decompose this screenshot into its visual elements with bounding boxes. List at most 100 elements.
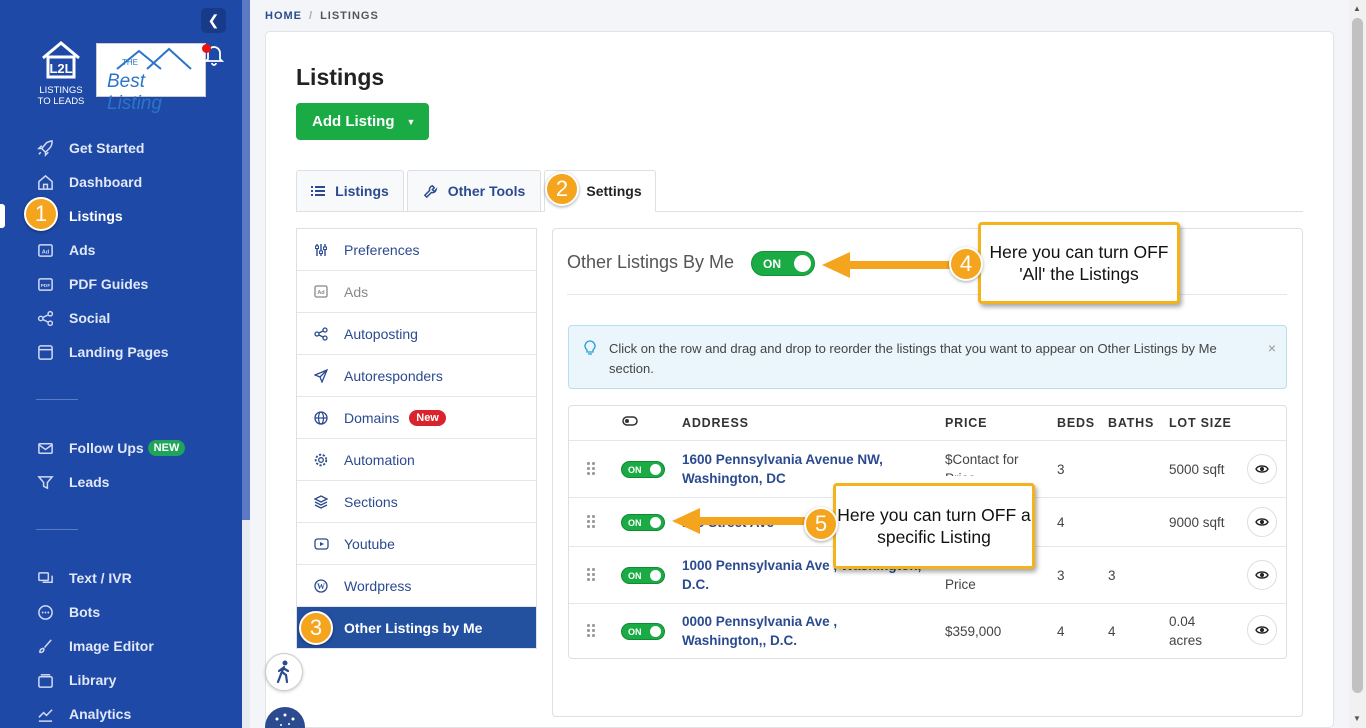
- menu-item-ads[interactable]: Ad Ads: [297, 271, 536, 313]
- breadcrumb-current: LISTINGS: [320, 10, 379, 22]
- globe-icon: [313, 410, 329, 426]
- toggle-label: ON: [628, 571, 642, 581]
- listing-toggle[interactable]: ON: [621, 567, 665, 584]
- menu-item-wordpress[interactable]: W Wordpress: [297, 565, 536, 607]
- svg-text:L2L: L2L: [49, 61, 72, 76]
- nav-text-ivr[interactable]: Text / IVR: [36, 567, 132, 589]
- menu-item-sections[interactable]: Sections: [297, 481, 536, 523]
- callout-turn-off-all: Here you can turn OFF 'All' the Listings: [978, 222, 1180, 304]
- listing-beds: 4: [1057, 515, 1065, 530]
- listing-toggle[interactable]: ON: [621, 461, 665, 478]
- menu-item-automation[interactable]: Automation: [297, 439, 536, 481]
- nav-label: PDF Guides: [69, 276, 149, 292]
- close-icon[interactable]: ×: [1268, 340, 1276, 356]
- list-icon: [311, 185, 326, 197]
- nav-label: Ads: [69, 242, 96, 258]
- menu-item-autoposting[interactable]: Autoposting: [297, 313, 536, 355]
- drag-handle-icon[interactable]: [587, 515, 595, 529]
- view-listing-button[interactable]: [1247, 615, 1277, 645]
- nav-dashboard[interactable]: Dashboard: [36, 171, 142, 193]
- notifications-button[interactable]: [202, 42, 226, 66]
- other-listings-master-toggle[interactable]: ON: [751, 251, 815, 276]
- sidebar-divider: [36, 529, 78, 530]
- lightbulb-icon: [583, 340, 597, 361]
- header-address[interactable]: ADDRESS: [682, 416, 749, 430]
- nav-follow-ups[interactable]: Follow Ups NEW: [36, 437, 186, 459]
- menu-label: Sections: [344, 493, 398, 510]
- ad-icon: Ad: [36, 241, 54, 259]
- info-message: Click on the row and drag and drop to re…: [609, 341, 1217, 376]
- arrow-left-icon: [672, 508, 806, 534]
- settings-menu: Preferences Ad Ads Autoposting Autorespo…: [296, 228, 537, 649]
- menu-item-domains[interactable]: Domains New: [297, 397, 536, 439]
- svg-text:W: W: [317, 582, 325, 591]
- listing-toggle[interactable]: ON: [621, 514, 665, 531]
- add-listing-button[interactable]: Add Listing ▼: [296, 103, 429, 140]
- nav-label: Bots: [69, 604, 101, 620]
- callout-turn-off-specific: Here you can turn OFF a specific Listing: [833, 483, 1035, 569]
- header-price[interactable]: PRICE: [945, 416, 987, 430]
- menu-item-preferences[interactable]: Preferences: [297, 229, 536, 271]
- nav-analytics[interactable]: Analytics: [36, 703, 131, 725]
- menu-label: Wordpress: [344, 577, 412, 594]
- nav-social[interactable]: Social: [36, 307, 110, 329]
- breadcrumb-home-link[interactable]: HOME: [265, 10, 302, 22]
- listing-price: Price: [945, 577, 976, 592]
- listing-beds: 3: [1057, 462, 1065, 477]
- page-scrollbar[interactable]: ▲ ▼: [1349, 0, 1366, 728]
- pdf-icon: PDF: [36, 275, 54, 293]
- menu-item-youtube[interactable]: Youtube: [297, 523, 536, 565]
- nav-ads[interactable]: Ad Ads: [36, 239, 95, 261]
- view-listing-button[interactable]: [1247, 507, 1277, 537]
- drag-handle-icon[interactable]: [587, 624, 595, 638]
- chevron-left-icon: ❮: [207, 12, 220, 28]
- listing-baths: 3: [1108, 568, 1116, 583]
- scroll-up-icon[interactable]: ▲: [1353, 4, 1361, 13]
- drag-handle-icon[interactable]: [587, 568, 595, 582]
- tab-other-tools[interactable]: Other Tools: [407, 170, 541, 212]
- collapse-sidebar-button[interactable]: ❮: [201, 8, 226, 33]
- nav-label: Analytics: [69, 706, 132, 722]
- nav-pdf-guides[interactable]: PDF PDF Guides: [36, 273, 148, 295]
- listing-toggle[interactable]: ON: [621, 623, 665, 640]
- table-row[interactable]: ON 0000 Pennsylvania Ave , Washington,, …: [569, 604, 1286, 658]
- menu-label: Other Listings by Me: [344, 619, 483, 636]
- tab-listings[interactable]: Listings: [296, 170, 404, 212]
- view-listing-button[interactable]: [1247, 454, 1277, 484]
- listing-address-link[interactable]: 0000 Pennsylvania Ave , Washington,, D.C…: [682, 612, 882, 650]
- listing-baths: 4: [1108, 624, 1116, 639]
- listing-price: $Contact for Price: [945, 452, 1019, 476]
- header-beds[interactable]: BEDS: [1057, 416, 1095, 430]
- walkthrough-button[interactable]: [265, 653, 303, 691]
- header-baths[interactable]: BATHS: [1108, 416, 1154, 430]
- nav-image-editor[interactable]: Image Editor: [36, 635, 154, 657]
- toggle-label: ON: [628, 465, 642, 475]
- page-scrollbar-thumb[interactable]: [1352, 18, 1363, 693]
- nav-landing-pages[interactable]: Landing Pages: [36, 341, 169, 363]
- brush-icon: [36, 637, 54, 655]
- nav-bots[interactable]: Bots: [36, 601, 100, 623]
- stars-icon: [275, 713, 295, 726]
- listings-to-leads-logo[interactable]: L2L LISTINGS TO LEADS: [34, 40, 88, 107]
- view-listing-button[interactable]: [1247, 560, 1277, 590]
- nav-library[interactable]: Library: [36, 669, 116, 691]
- toggle-label: ON: [628, 627, 642, 637]
- nav-label: Follow Ups: [69, 440, 144, 456]
- brand-logo[interactable]: THE Best Listing: [96, 43, 206, 114]
- scroll-down-icon[interactable]: ▼: [1353, 714, 1361, 723]
- menu-item-autoresponders[interactable]: Autoresponders: [297, 355, 536, 397]
- drag-handle-icon[interactable]: [587, 462, 595, 476]
- nav-leads[interactable]: Leads: [36, 471, 109, 493]
- page-icon: [36, 343, 54, 361]
- nav-label: Leads: [69, 474, 110, 490]
- sidebar-scrollbar-thumb[interactable]: [242, 0, 250, 520]
- home-icon: [36, 173, 54, 191]
- library-icon: [36, 671, 54, 689]
- layers-icon: [313, 494, 329, 510]
- help-widget-button[interactable]: [265, 707, 305, 728]
- rocket-icon: [36, 139, 54, 157]
- nav-get-started[interactable]: Get Started: [36, 137, 144, 159]
- menu-label: Autoposting: [344, 325, 418, 342]
- mail-icon: [36, 439, 54, 457]
- header-lot-size[interactable]: LOT SIZE: [1169, 416, 1232, 430]
